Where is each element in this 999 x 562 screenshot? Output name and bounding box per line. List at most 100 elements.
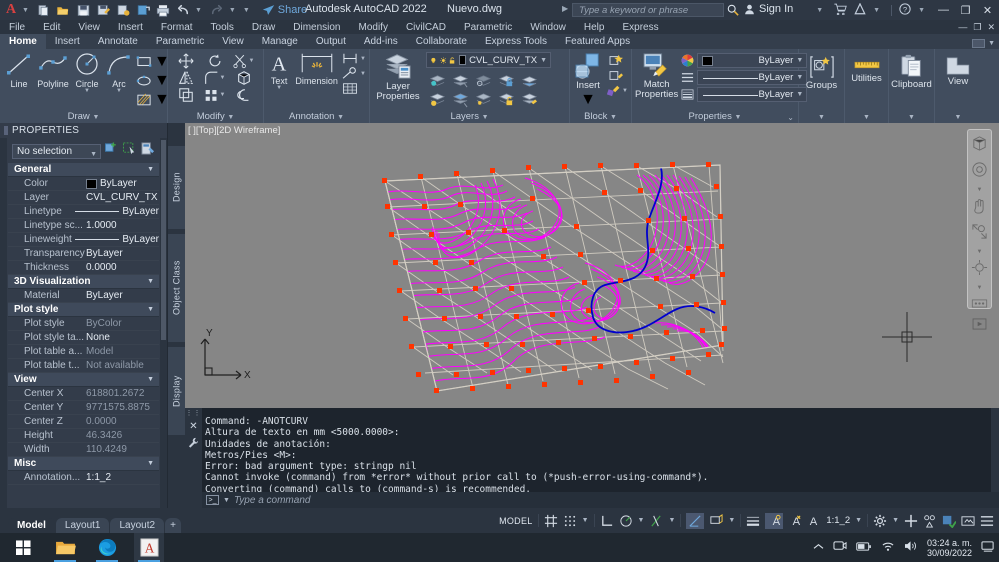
undo-dropdown-icon[interactable]: ▼ — [195, 7, 202, 14]
command-settings-icon[interactable] — [188, 436, 199, 454]
tool-3d-solid[interactable] — [229, 69, 258, 86]
command-input[interactable]: Type a command — [234, 495, 311, 506]
property-row-lineweight[interactable]: Lineweight ByLayer — [8, 233, 159, 247]
undo-icon[interactable] — [175, 2, 192, 19]
osnap-icon[interactable] — [649, 514, 663, 528]
tab-layout2[interactable]: Layout2 — [110, 518, 165, 533]
property-row-color[interactable]: Color ByLayer — [8, 177, 159, 191]
quick-calc-icon[interactable] — [141, 142, 155, 160]
panel-groups-title[interactable]: ▼ — [799, 111, 844, 122]
menu-item-insert[interactable]: Insert — [109, 22, 152, 33]
doc-close-button[interactable]: ✕ — [987, 22, 995, 33]
menu-item-dimension[interactable]: Dimension — [284, 22, 349, 33]
tab-addins[interactable]: Add-ins — [355, 34, 407, 49]
selection-combo[interactable]: No selection ▼ — [12, 143, 101, 159]
clipboard-button[interactable]: Clipboard — [891, 54, 932, 90]
windows-start-button[interactable] — [8, 533, 38, 562]
insert-block-dropdown-icon[interactable]: ▼ — [580, 91, 596, 109]
property-row-width[interactable]: Width 110.4249 — [8, 443, 159, 457]
sidebar-item-display[interactable]: Display — [168, 346, 185, 436]
drawing-canvas[interactable]: [ ][Top][2D Wireframe] Y X ▼ ▼ ▼ — [185, 123, 999, 408]
tab-annotate[interactable]: Annotate — [89, 34, 147, 49]
customize-qat-icon[interactable]: ▼ — [243, 7, 250, 14]
layer-lock-button[interactable] — [495, 71, 518, 90]
property-row-linetype-scale[interactable]: Linetype sc... 1.0000 — [8, 219, 159, 233]
property-value[interactable]: ByLayer — [86, 178, 159, 189]
property-row-linetype[interactable]: Linetype ByLayer — [8, 205, 159, 219]
group-plot-style-header[interactable]: Plot style ▼ — [8, 303, 159, 317]
saveas-icon[interactable] — [95, 2, 112, 19]
group-3dviz-chevron-icon[interactable]: ▼ — [147, 278, 154, 285]
layer-merge-button[interactable] — [518, 71, 541, 90]
ortho-icon[interactable] — [600, 514, 614, 528]
tool-rectangle[interactable]: ▼ — [136, 53, 170, 71]
menu-item-help[interactable]: Help — [575, 22, 614, 33]
tool-circle[interactable]: Circle ▼ — [72, 52, 102, 109]
tool-move[interactable] — [171, 52, 200, 69]
tool-ellipse[interactable]: ▼ — [136, 72, 170, 90]
cart-icon[interactable] — [834, 3, 847, 18]
property-row-plot-table-type[interactable]: Plot table t... Not available — [8, 359, 159, 373]
property-row-center-y[interactable]: Center Y 9771575.8875 — [8, 401, 159, 415]
menu-item-edit[interactable]: Edit — [34, 22, 69, 33]
app-menu-chevron-icon[interactable]: ▼ — [22, 7, 29, 14]
space-toggle-button[interactable]: MODEL — [499, 516, 533, 526]
tool-array[interactable]: ▼ — [200, 86, 229, 103]
layer-on-button[interactable] — [426, 90, 449, 109]
properties-palette-title-bar[interactable]: PROPERTIES — [0, 123, 167, 138]
layer-properties-button[interactable]: Layer Properties — [374, 52, 422, 109]
osnap-chevron-icon[interactable]: ▼ — [668, 517, 675, 524]
menu-item-view[interactable]: View — [69, 22, 109, 33]
utilities-button[interactable]: Utilities — [848, 58, 886, 84]
doc-minimize-button[interactable]: — — [958, 22, 967, 33]
annotation-scale-value[interactable]: 1:1_2 — [826, 515, 850, 526]
menu-item-tools[interactable]: Tools — [202, 22, 243, 33]
panel-clipboard-title[interactable]: ▼ — [889, 111, 934, 122]
ribbon-state-icon[interactable] — [972, 39, 986, 48]
plot-preview-icon[interactable] — [135, 2, 152, 19]
polar-chevron-icon[interactable]: ▼ — [638, 517, 645, 524]
property-value[interactable]: ByLayer — [86, 290, 159, 301]
scale-chevron-icon[interactable]: ▼ — [855, 517, 862, 524]
tab-view[interactable]: View — [213, 34, 253, 49]
volume-icon[interactable] — [904, 540, 918, 555]
autodesk-account-icon[interactable] — [854, 1, 866, 18]
showmotion-icon[interactable] — [971, 317, 988, 335]
tool-polyline[interactable]: Polyline — [36, 52, 70, 109]
battery-icon[interactable] — [856, 541, 872, 555]
annotation-visibility-icon[interactable]: A — [765, 512, 784, 529]
quick-select-icon[interactable] — [105, 142, 119, 160]
panel-modify-title[interactable]: Modify ▼ — [168, 111, 263, 122]
navigation-bar[interactable]: ▼ ▼ ▼ — [967, 129, 992, 330]
layer-match-button[interactable] — [518, 90, 541, 109]
properties-scrollbar[interactable] — [160, 138, 167, 508]
orbit-icon[interactable] — [971, 259, 988, 281]
command-input-row[interactable]: >_ ▼ Type a command — [202, 492, 999, 508]
property-row-thickness[interactable]: Thickness 0.0000 — [8, 261, 159, 275]
object-lineweight-row[interactable]: ByLayer ▼ — [681, 87, 808, 102]
property-value[interactable]: ByLayer — [75, 206, 159, 217]
tab-output[interactable]: Output — [307, 34, 355, 49]
tool-text[interactable]: A Text ▼ — [267, 51, 291, 95]
property-value[interactable]: 0.0000 — [86, 262, 159, 273]
property-row-center-x[interactable]: Center X 618801.2672 — [8, 387, 159, 401]
annotation-monitor-icon[interactable]: A — [807, 514, 821, 528]
group-view-chevron-icon[interactable]: ▼ — [147, 376, 154, 383]
group-general-header[interactable]: General ▼ — [8, 163, 159, 177]
tool-arc[interactable]: Arc ▼ — [104, 52, 134, 109]
tool-table[interactable] — [342, 82, 366, 95]
group-misc-header[interactable]: Misc ▼ — [8, 457, 159, 471]
window-restore-button[interactable]: ❐ — [958, 4, 973, 17]
tab-express-tools[interactable]: Express Tools — [476, 34, 556, 49]
new-icon[interactable] — [35, 2, 52, 19]
edit-attributes-button[interactable]: ▼ — [605, 84, 628, 97]
edge-browser-button[interactable] — [92, 533, 122, 562]
create-block-button[interactable] — [605, 54, 628, 67]
group-misc-chevron-icon[interactable]: ▼ — [147, 460, 154, 467]
teams-icon[interactable] — [833, 540, 847, 556]
property-value[interactable]: CVL_CURV_TX — [86, 192, 159, 203]
property-row-layer[interactable]: Layer CVL_CURV_TX — [8, 191, 159, 205]
wifi-icon[interactable] — [881, 540, 895, 555]
tab-insert[interactable]: Insert — [46, 34, 89, 49]
polar-tracking-icon[interactable] — [619, 514, 633, 528]
